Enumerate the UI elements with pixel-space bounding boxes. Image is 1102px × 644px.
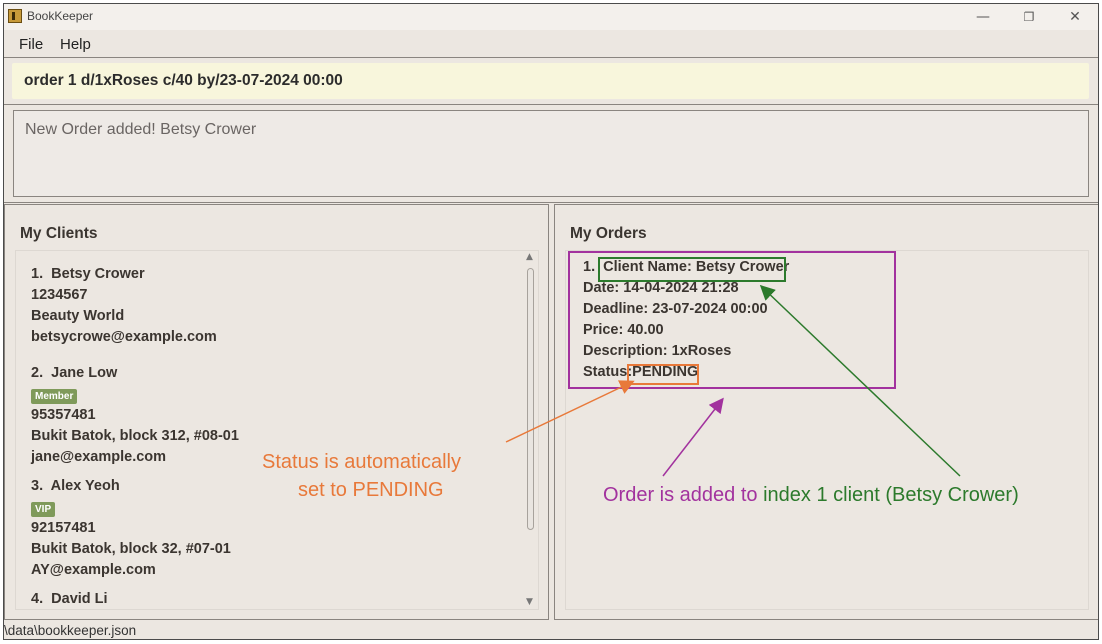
status-arrow <box>505 380 635 443</box>
order-annotation-part1: Order is added to <box>603 484 764 506</box>
status-annotation-line2: set to PENDING <box>298 479 444 501</box>
status-annotation-line1: Status is automatically <box>262 451 461 473</box>
client-arrow <box>759 284 961 477</box>
annotation-arrows <box>505 284 961 477</box>
order-arrow <box>662 397 724 477</box>
order-annotation: Order is added to index 1 client (Betsy … <box>603 484 1019 507</box>
order-annotation-part2: index 1 client (Betsy Crower) <box>763 484 1019 506</box>
